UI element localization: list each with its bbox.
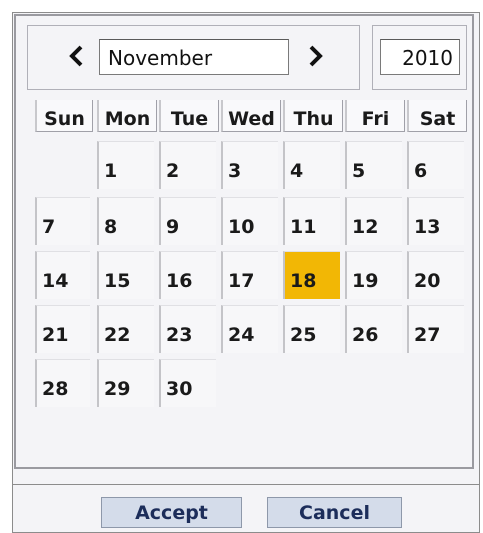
day-cell[interactable]: 26 [345, 305, 402, 353]
day-cell[interactable]: 1 [97, 141, 154, 189]
empty-day-cell [35, 141, 90, 189]
day-cell[interactable]: 5 [345, 141, 402, 189]
month-field[interactable]: November [99, 39, 289, 75]
weekday-header-fri: Fri [345, 100, 405, 132]
day-cell[interactable]: 10 [221, 197, 278, 245]
day-cell[interactable]: 19 [345, 251, 402, 299]
empty-day-cell [221, 359, 278, 407]
day-cell[interactable]: 27 [407, 305, 464, 353]
day-cell[interactable]: 3 [221, 141, 278, 189]
year-field[interactable]: 2010 [380, 39, 460, 75]
footer-divider [12, 484, 480, 485]
day-cell[interactable]: 13 [407, 197, 464, 245]
day-cell[interactable]: 9 [159, 197, 216, 245]
empty-day-cell [407, 359, 464, 407]
day-cell[interactable]: 14 [35, 251, 90, 299]
day-cell[interactable]: 6 [407, 141, 464, 189]
day-cell[interactable]: 22 [97, 305, 154, 353]
weekday-header-sun: Sun [35, 100, 93, 132]
previous-month-button[interactable] [66, 41, 88, 71]
weekday-header-thu: Thu [283, 100, 343, 132]
day-cell[interactable]: 21 [35, 305, 90, 353]
day-cell[interactable]: 8 [97, 197, 154, 245]
chevron-left-icon [69, 45, 83, 67]
day-cell-selected[interactable]: 18 [283, 251, 340, 299]
day-cell[interactable]: 24 [221, 305, 278, 353]
day-cell[interactable]: 2 [159, 141, 216, 189]
day-cell[interactable]: 29 [97, 359, 154, 407]
day-cell[interactable]: 23 [159, 305, 216, 353]
day-cell[interactable]: 28 [35, 359, 90, 407]
day-cell[interactable]: 12 [345, 197, 402, 245]
weekday-header-wed: Wed [221, 100, 281, 132]
day-cell[interactable]: 7 [35, 197, 90, 245]
empty-day-cell [345, 359, 402, 407]
weekday-header-mon: Mon [97, 100, 157, 132]
day-cell[interactable]: 30 [159, 359, 216, 407]
day-cell[interactable]: 16 [159, 251, 216, 299]
weekday-header-tue: Tue [159, 100, 219, 132]
day-cell[interactable]: 20 [407, 251, 464, 299]
cancel-button[interactable]: Cancel [267, 497, 402, 528]
day-cell[interactable]: 11 [283, 197, 340, 245]
chevron-right-icon [309, 45, 323, 67]
accept-button[interactable]: Accept [101, 497, 242, 528]
day-cell[interactable]: 25 [283, 305, 340, 353]
day-cell[interactable]: 15 [97, 251, 154, 299]
empty-day-cell [283, 359, 340, 407]
day-cell[interactable]: 4 [283, 141, 340, 189]
day-cell[interactable]: 17 [221, 251, 278, 299]
next-month-button[interactable] [304, 41, 326, 71]
weekday-header-sat: Sat [407, 100, 467, 132]
